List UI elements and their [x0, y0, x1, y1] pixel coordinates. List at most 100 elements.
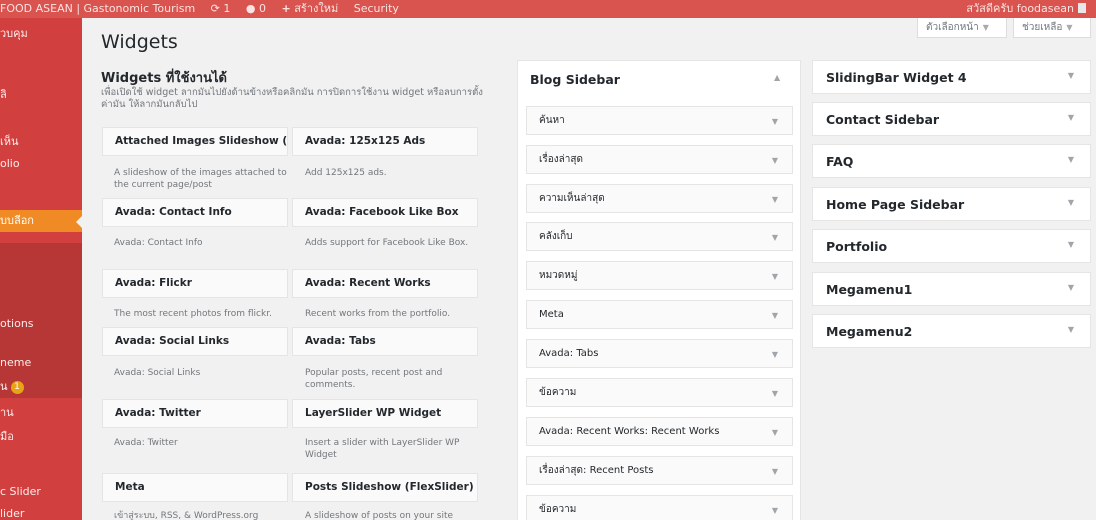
comments-link[interactable]: ● 0: [246, 0, 266, 18]
menu-label: บบลีอก: [0, 214, 34, 227]
caret-down-icon[interactable]: ▼: [772, 186, 778, 213]
widget-title: Avada: Tabs: [539, 348, 599, 359]
sidebar-title: Megamenu2: [826, 324, 913, 339]
sidebar-widget-recent-works[interactable]: Avada: Recent Works: Recent Works ▼: [526, 417, 793, 446]
widget-description: Recent works from the portfolio.: [305, 309, 451, 319]
widget-description: A slideshow of the images attached to th…: [114, 168, 287, 190]
menu-label: c Slider: [0, 485, 41, 498]
sidebar-portfolio[interactable]: Portfolio ▼: [812, 229, 1091, 263]
comment-icon: ●: [245, 2, 256, 15]
caret-down-icon[interactable]: ▼: [772, 302, 778, 329]
sidebar-widget-recent-posts-2[interactable]: เรื่องล่าสุด: Recent Posts ▼: [526, 456, 793, 485]
sidebar-widget-search[interactable]: ค้นหา ▼: [526, 106, 793, 135]
caret-down-icon[interactable]: ▼: [772, 341, 778, 368]
menu-item-layerslider[interactable]: lider: [0, 503, 82, 520]
menu-label: เห็น: [0, 135, 19, 148]
widget-avada-recent-works[interactable]: Avada: Recent Works: [292, 269, 478, 298]
sidebar-title: Megamenu1: [826, 282, 913, 297]
caret-down-icon[interactable]: ▼: [1068, 240, 1074, 249]
widget-title: Avada: Flickr: [115, 277, 192, 289]
widget-avada-facebook-like-box[interactable]: Avada: Facebook Like Box: [292, 198, 478, 227]
security-link[interactable]: Security: [354, 0, 399, 18]
sidebar-widget-categories[interactable]: หมวดหมู่ ▼: [526, 261, 793, 290]
widget-title: ค้นหา: [539, 115, 565, 126]
caret-down-icon[interactable]: ▼: [772, 224, 778, 251]
sidebar-widget-text[interactable]: ข้อความ ▼: [526, 378, 793, 407]
plus-icon: +: [281, 2, 291, 15]
widget-description: Insert a slider with LayerSlider WP Widg…: [305, 438, 460, 460]
sidebar-widget-archives[interactable]: คลังเก็บ ▼: [526, 222, 793, 251]
menu-item-comments[interactable]: เห็น: [0, 131, 82, 153]
submenu-item-options[interactable]: otions: [0, 313, 82, 335]
sidebar-widget-recent-posts[interactable]: เรื่องล่าสุด ▼: [526, 145, 793, 174]
sidebar-megamenu1[interactable]: Megamenu1 ▼: [812, 272, 1091, 306]
caret-down-icon[interactable]: ▼: [772, 380, 778, 407]
widget-description: Add 125x125 ads.: [305, 168, 387, 178]
help-tab[interactable]: ช่วยเหลือ ▼: [1013, 18, 1091, 38]
menu-item-portfolio[interactable]: olio: [0, 153, 82, 175]
widget-description: The most recent photos from flickr.: [114, 309, 272, 319]
widget-avada-contact-info[interactable]: Avada: Contact Info: [102, 198, 288, 227]
sidebar-megamenu2[interactable]: Megamenu2 ▼: [812, 314, 1091, 348]
caret-down-icon[interactable]: ▼: [772, 108, 778, 135]
menu-item-posts[interactable]: ลิ: [0, 84, 82, 106]
menu-item-dashboard[interactable]: วบคุม: [0, 23, 82, 45]
sidebar-contact[interactable]: Contact Sidebar ▼: [812, 102, 1091, 136]
my-account-link[interactable]: สวัสดีครับ foodasean: [966, 0, 1086, 18]
menu-item-appearance[interactable]: บบลีอก: [0, 210, 82, 232]
caret-down-icon[interactable]: ▼: [772, 419, 778, 446]
caret-down-icon[interactable]: ▼: [772, 497, 778, 520]
widget-title: เรื่องล่าสุด:: [539, 465, 587, 476]
caret-down-icon[interactable]: ▼: [772, 147, 778, 174]
widget-posts-slideshow[interactable]: Posts Slideshow (FlexSlider): [292, 473, 478, 502]
caret-down-icon[interactable]: ▼: [1068, 198, 1074, 207]
widget-title: ข้อความ: [539, 504, 577, 515]
sidebar-widget-text-2[interactable]: ข้อความ ▼: [526, 495, 793, 520]
widget-avada-social-links[interactable]: Avada: Social Links: [102, 327, 288, 356]
sidebar-title: Home Page Sidebar: [826, 197, 965, 212]
sidebar-widget-meta[interactable]: Meta ▼: [526, 300, 793, 329]
page-title: Widgets: [101, 31, 178, 53]
updates-link[interactable]: ⟳ 1: [211, 0, 231, 18]
screen-options-tab[interactable]: ตัวเลือกหน้า ▼: [917, 18, 1007, 38]
caret-down-icon[interactable]: ▼: [1068, 155, 1074, 164]
widget-avada-125-ads[interactable]: Avada: 125x125 Ads: [292, 127, 478, 156]
update-count-badge: 1: [10, 381, 24, 394]
submenu-item-theme[interactable]: neme: [0, 352, 82, 374]
widget-title: หมวดหมู่: [539, 270, 578, 281]
menu-item-tools[interactable]: มือ: [0, 426, 82, 448]
available-widgets-heading: Widgets ที่ใช้งานได้: [101, 71, 227, 86]
widget-layerslider[interactable]: LayerSlider WP Widget: [292, 399, 478, 428]
collapse-icon[interactable]: ▲: [774, 73, 780, 82]
caret-down-icon[interactable]: ▼: [1068, 71, 1074, 80]
menu-item-slider[interactable]: c Slider: [0, 481, 82, 503]
caret-down-icon: ▼: [982, 23, 989, 32]
caret-down-icon[interactable]: ▼: [772, 263, 778, 290]
caret-down-icon[interactable]: ▼: [772, 458, 778, 485]
sidebar-faq[interactable]: FAQ ▼: [812, 144, 1091, 178]
site-name[interactable]: FOOD ASEAN | Gastonomic Tourism: [0, 2, 195, 15]
menu-item-plugins[interactable]: น1: [0, 376, 82, 398]
avatar: [1078, 3, 1086, 13]
menu-item-users[interactable]: าน: [0, 402, 82, 424]
caret-down-icon[interactable]: ▼: [1068, 283, 1074, 292]
widget-avada-tabs[interactable]: Avada: Tabs: [292, 327, 478, 356]
widget-avada-flickr[interactable]: Avada: Flickr: [102, 269, 288, 298]
widget-avada-twitter[interactable]: Avada: Twitter: [102, 399, 288, 428]
site-name-link[interactable]: FOOD ASEAN | Gastonomic Tourism ⟳ 1 ● 0 …: [0, 0, 399, 18]
widget-title: Attached Images Slideshow (...: [115, 135, 288, 147]
caret-down-icon[interactable]: ▼: [1068, 325, 1074, 334]
new-label: สร้างใหม่: [294, 2, 339, 15]
new-content-link[interactable]: + สร้างใหม่: [281, 0, 338, 18]
sidebar-slidingbar-widget-4[interactable]: SlidingBar Widget 4 ▼: [812, 60, 1091, 94]
widget-meta[interactable]: Meta: [102, 473, 288, 502]
widget-title: Posts Slideshow (FlexSlider): [305, 481, 474, 493]
sidebar-widget-recent-comments[interactable]: ความเห็นล่าสุด ▼: [526, 184, 793, 213]
widget-attached-images-slideshow[interactable]: Attached Images Slideshow (...: [102, 127, 288, 156]
widget-title: Avada: Tabs: [305, 335, 376, 347]
sidebar-home-page[interactable]: Home Page Sidebar ▼: [812, 187, 1091, 221]
sidebar-widget-avada-tabs[interactable]: Avada: Tabs ▼: [526, 339, 793, 368]
blog-sidebar-title[interactable]: Blog Sidebar: [530, 72, 620, 87]
widget-description: Popular posts, recent post and comments.: [305, 368, 443, 390]
caret-down-icon[interactable]: ▼: [1068, 113, 1074, 122]
